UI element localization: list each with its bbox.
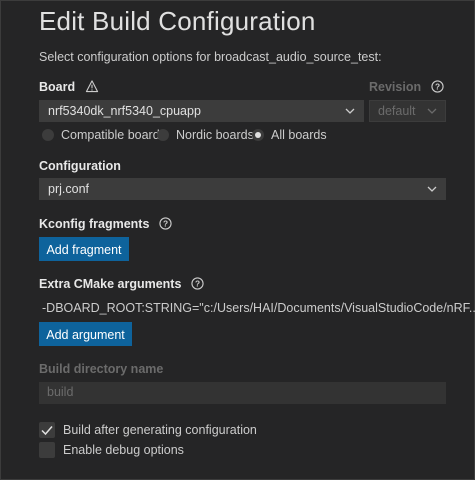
- radio-all-label: All boards: [271, 128, 327, 142]
- build-dir-input[interactable]: build: [39, 382, 446, 404]
- cmake-label-row: Extra CMake arguments ?: [39, 277, 204, 291]
- radio-nordic-label: Nordic boards: [176, 128, 254, 142]
- chevron-down-icon: [345, 108, 355, 114]
- page-subtitle: Select configuration options for broadca…: [39, 50, 382, 64]
- radio-nordic[interactable]: [157, 129, 169, 141]
- page-title: Edit Build Configuration: [39, 6, 316, 36]
- build-after-label: Build after generating configuration: [63, 423, 257, 437]
- board-filter-compatible[interactable]: Compatible boards: [42, 128, 166, 142]
- radio-compatible[interactable]: [42, 129, 54, 141]
- info-icon[interactable]: ?: [191, 277, 204, 290]
- add-argument-button[interactable]: Add argument: [39, 322, 132, 346]
- cmake-argument-item[interactable]: -DBOARD_ROOT:STRING="c:/Users/HAI/Docume…: [42, 301, 475, 315]
- configuration-label: Configuration: [39, 159, 121, 173]
- cmake-label: Extra CMake arguments: [39, 277, 182, 291]
- revision-label-row: Revision ?: [369, 80, 444, 94]
- revision-select-value: default: [378, 104, 416, 118]
- board-label-row: Board: [39, 80, 99, 94]
- info-icon[interactable]: ?: [430, 80, 444, 93]
- kconfig-label-row: Kconfig fragments ?: [39, 217, 172, 231]
- add-fragment-button[interactable]: Add fragment: [39, 237, 129, 261]
- build-dir-label: Build directory name: [39, 362, 164, 376]
- svg-text:?: ?: [195, 279, 200, 289]
- build-after-checkbox[interactable]: [39, 422, 55, 438]
- build-after-option[interactable]: Build after generating configuration: [39, 422, 257, 438]
- chevron-down-icon: [427, 186, 437, 192]
- svg-text:?: ?: [163, 219, 168, 229]
- revision-label: Revision: [369, 80, 422, 94]
- board-select[interactable]: nrf5340dk_nrf5340_cpuapp: [39, 100, 364, 122]
- svg-text:?: ?: [435, 82, 440, 92]
- check-icon: [41, 426, 53, 436]
- debug-label: Enable debug options: [63, 443, 184, 457]
- debug-checkbox[interactable]: [39, 442, 55, 458]
- configuration-select[interactable]: prj.conf: [39, 178, 446, 200]
- board-filter-nordic[interactable]: Nordic boards: [157, 128, 254, 142]
- board-select-value: nrf5340dk_nrf5340_cpuapp: [48, 104, 201, 118]
- configuration-select-value: prj.conf: [48, 182, 89, 196]
- kconfig-label: Kconfig fragments: [39, 217, 150, 231]
- chevron-down-icon: [427, 108, 437, 114]
- debug-option[interactable]: Enable debug options: [39, 442, 184, 458]
- board-label: Board: [39, 80, 76, 94]
- info-icon[interactable]: ?: [159, 217, 172, 230]
- warning-icon[interactable]: [85, 80, 99, 93]
- revision-select[interactable]: default: [369, 100, 446, 122]
- radio-all[interactable]: [252, 129, 264, 141]
- board-filter-all[interactable]: All boards: [252, 128, 327, 142]
- radio-compatible-label: Compatible boards: [61, 128, 166, 142]
